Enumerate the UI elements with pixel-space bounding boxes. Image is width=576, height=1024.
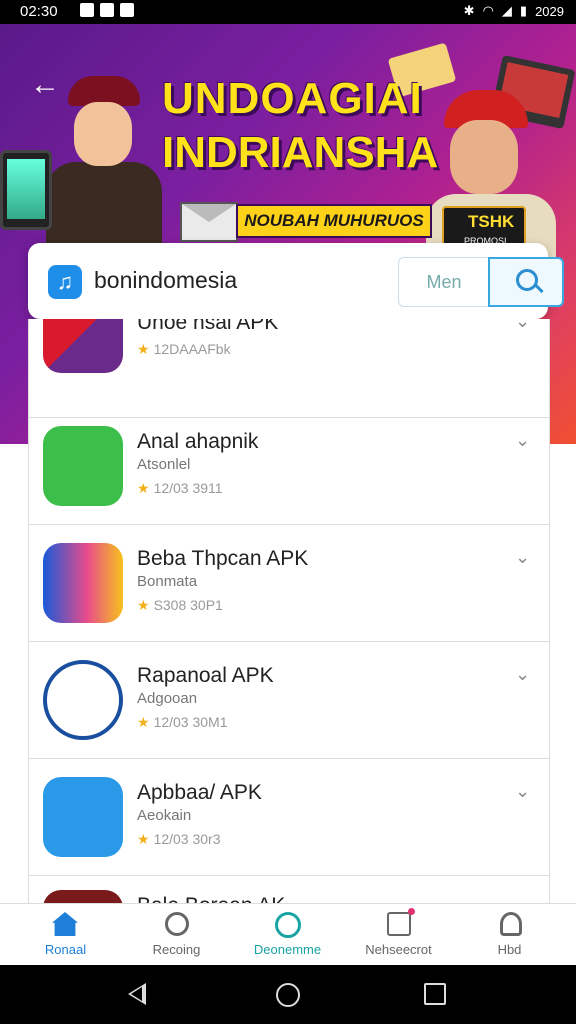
- chevron-down-icon[interactable]: ⌄: [515, 781, 530, 802]
- app-list: Unoe nsai APK ★ 12DAAAFbk ⌄ Anal ahapnik …: [28, 319, 550, 903]
- nav-label: Hbd: [497, 942, 522, 957]
- app-icon: [43, 890, 123, 903]
- chevron-down-icon[interactable]: ⌄: [515, 430, 530, 451]
- banner-title-line2: INDRIANSHA: [162, 128, 439, 177]
- status-right-text: 2029: [535, 3, 564, 19]
- system-home-icon[interactable]: [276, 983, 300, 1007]
- banner-title-line1: UNDOAGIAI: [162, 74, 423, 123]
- system-recents-icon[interactable]: [424, 983, 446, 1005]
- list-item[interactable]: Rapanoal APK Adgooan ★ 12/03 30M1 ⌄: [29, 642, 549, 759]
- nav-label: Nehseecrot: [365, 942, 432, 957]
- nav-item-recoing[interactable]: Recoing: [119, 904, 234, 966]
- search-filter-label[interactable]: Men: [398, 257, 489, 307]
- wifi-icon: ◠: [482, 3, 494, 18]
- profile-icon: [500, 912, 522, 936]
- music-note-icon: ♫: [48, 265, 82, 299]
- app-name: Unoe nsai APK: [137, 319, 279, 334]
- app-name: Anal ahapnik: [137, 430, 259, 453]
- notification-icon: [120, 3, 134, 17]
- badge-title: TSHK: [468, 212, 515, 231]
- app-icon: [43, 426, 123, 506]
- search-icon: [516, 269, 538, 291]
- app-icon: [43, 660, 123, 740]
- app-name: Bale Borean AK: [137, 894, 285, 903]
- list-item[interactable]: Beba Thpcan APK Bonmata ★ S308 30P1 ⌄: [29, 525, 549, 642]
- app-name: Beba Thpcan APK: [137, 547, 309, 570]
- app-developer: Adgooan: [137, 690, 198, 707]
- status-bar: 02:30 ✱ ◠ ◢ ▮ 2029: [0, 0, 576, 24]
- notification-icon: [80, 3, 94, 17]
- nav-label: Ronaal: [44, 942, 87, 957]
- app-name: Apbbaa/ APK: [137, 781, 262, 804]
- search-input[interactable]: bonindomesia: [94, 267, 237, 294]
- app-rating: ★ 12/03 30r3: [137, 831, 221, 847]
- notification-icon: [387, 908, 415, 936]
- nav-label: Deonemme: [253, 942, 322, 957]
- bluetooth-icon: ✱: [463, 3, 475, 18]
- nav-item-home[interactable]: Ronaal: [8, 904, 123, 966]
- leaf-icon: [275, 912, 301, 938]
- bottom-nav: Ronaal Recoing Deonemme Nehseecrot Hbd: [0, 903, 576, 966]
- nav-item-deonemme[interactable]: Deonemme: [230, 904, 345, 966]
- banner-ribbon: NOUBAH MUHURUOS: [236, 204, 432, 238]
- battery-icon: ▮: [519, 3, 528, 18]
- nav-label: Recoing: [152, 942, 201, 957]
- list-item[interactable]: Bale Borean AK: [29, 876, 549, 903]
- app-icon: [43, 543, 123, 623]
- search-bar: ♫ bonindomesia Men: [28, 243, 564, 319]
- chevron-down-icon[interactable]: ⌄: [515, 319, 530, 332]
- back-arrow-icon[interactable]: ←: [30, 68, 60, 102]
- list-item[interactable]: Unoe nsai APK ★ 12DAAAFbk ⌄: [29, 319, 549, 418]
- app-developer: Bonmata: [137, 573, 198, 590]
- system-nav-bar: [0, 965, 576, 1024]
- envelope-icon: [180, 202, 238, 242]
- status-time: 02:30: [20, 3, 58, 20]
- notification-icons: [80, 3, 134, 17]
- system-back-icon[interactable]: [128, 983, 146, 1005]
- officer-illustration: [40, 76, 170, 266]
- mail-icon: [100, 3, 114, 17]
- app-developer: Atsonlel: [137, 456, 191, 473]
- app-developer: Aeokain: [137, 807, 192, 824]
- list-item[interactable]: Anal ahapnik Atsonlel ★ 12/03 3911 ⌄: [29, 408, 549, 525]
- app-name: Rapanoal APK: [137, 664, 274, 687]
- search-button[interactable]: [488, 257, 564, 307]
- app-rating: ★ 12DAAAFbk: [137, 341, 231, 357]
- nav-item-profile[interactable]: Hbd: [452, 904, 567, 966]
- list-item[interactable]: Apbbaa/ APK Aeokain ★ 12/03 30r3 ⌄: [29, 759, 549, 876]
- chevron-down-icon[interactable]: ⌄: [515, 664, 530, 685]
- app-rating: ★ 12/03 30M1: [137, 714, 228, 730]
- nav-item-notifications[interactable]: Nehseecrot: [341, 904, 456, 966]
- app-icon: [43, 319, 123, 373]
- home-icon: [52, 912, 78, 936]
- app-rating: ★ S308 30P1: [137, 597, 223, 613]
- app-icon: [43, 777, 123, 857]
- chevron-down-icon[interactable]: ⌄: [515, 547, 530, 568]
- phone-illustration: [0, 150, 52, 230]
- system-icons: ✱ ◠ ◢ ▮ 2029: [464, 3, 564, 19]
- signal-icon: ◢: [501, 3, 512, 18]
- app-rating: ★ 12/03 3911: [137, 480, 223, 496]
- compass-icon: [165, 912, 189, 936]
